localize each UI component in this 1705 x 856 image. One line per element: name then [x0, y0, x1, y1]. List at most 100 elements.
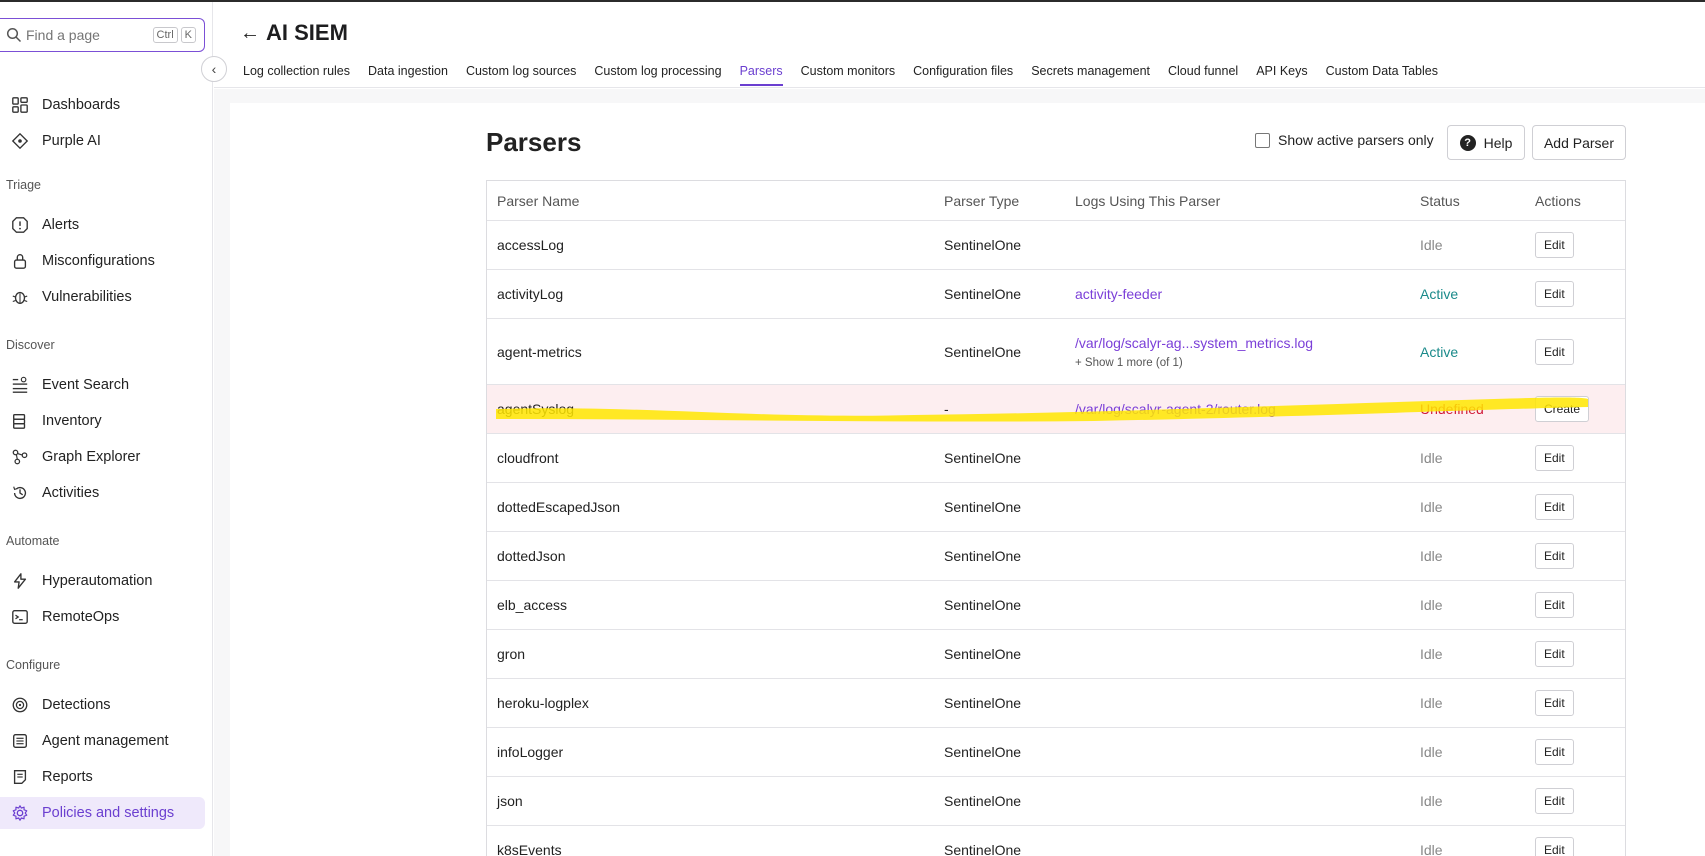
sidebar-item-event-search[interactable]: Event Search [0, 369, 205, 401]
table-row: accessLog SentinelOne Idle Edit [487, 221, 1625, 270]
actions-cell: Edit [1535, 777, 1574, 825]
search-input[interactable] [26, 27, 146, 43]
sidebar-item-alerts[interactable]: Alerts [0, 209, 205, 241]
parser-name: gron [497, 646, 526, 662]
status-badge: Idle [1420, 237, 1443, 253]
app-header: ← AI SIEM Log collection rules Data inges… [214, 2, 1705, 88]
show-active-toggle[interactable]: Show active parsers only [1255, 132, 1434, 148]
sidebar-section-title: Automate [6, 534, 60, 548]
table-row: gron SentinelOne Idle Edit [487, 630, 1625, 679]
sidebar-item-inventory[interactable]: Inventory [0, 405, 205, 437]
tab-custom-data-tables[interactable]: Custom Data Tables [1317, 64, 1447, 84]
inventory-icon [10, 411, 30, 431]
table-row: agent-metrics SentinelOne/var/log/scalyr-… [487, 319, 1625, 385]
sidebar-item-label: Reports [42, 769, 93, 785]
log-link[interactable]: /var/log/scalyr-agent-2/router.log [1075, 401, 1276, 417]
sidebar-item-graph-explorer[interactable]: Graph Explorer [0, 441, 205, 473]
sidebar-item-purple-ai[interactable]: Purple AI [0, 125, 205, 157]
edit-button[interactable]: Edit [1535, 788, 1574, 814]
show-active-checkbox[interactable] [1255, 132, 1270, 148]
edit-button[interactable]: Edit [1535, 494, 1574, 520]
column-header: Status [1420, 192, 1460, 209]
edit-button[interactable]: Edit [1535, 641, 1574, 667]
tab-custom-log-sources[interactable]: Custom log sources [457, 64, 585, 84]
status-badge: Idle [1420, 793, 1443, 809]
alert-icon [10, 215, 30, 235]
actions-cell: Edit [1535, 581, 1574, 629]
sidebar-item-policies-and-settings[interactable]: Policies and settings [0, 797, 205, 829]
sidebar-item-reports[interactable]: Reports [0, 761, 205, 793]
column-header: Parser Name [497, 192, 580, 209]
parser-name: dottedEscapedJson [497, 499, 620, 515]
table-row: elb_access SentinelOne Idle Edit [487, 581, 1625, 630]
status-badge: Undefined [1420, 401, 1484, 417]
edit-button[interactable]: Edit [1535, 543, 1574, 569]
tab-bar: Log collection rules Data ingestion Custom… [234, 64, 1447, 86]
status-badge: Idle [1420, 499, 1443, 515]
parser-name: cloudfront [497, 450, 559, 466]
table-row: dottedEscapedJson SentinelOne Idle Edit [487, 483, 1625, 532]
help-button[interactable]: ? Help [1447, 125, 1525, 160]
sidebar: Ctrl K Dashboards Purple AI Triage Alerts Mi… [0, 2, 213, 856]
sidebar-item-remoteops[interactable]: RemoteOps [0, 601, 205, 633]
parser-type: SentinelOne [944, 744, 1022, 760]
shortcut-hint: Ctrl K [152, 27, 196, 43]
tab-data-ingestion[interactable]: Data ingestion [359, 64, 457, 84]
sidebar-item-dashboards[interactable]: Dashboards [0, 89, 205, 121]
add-parser-label: Add Parser [1543, 134, 1615, 151]
status-badge: Idle [1420, 597, 1443, 613]
parser-type: SentinelOne [944, 548, 1022, 564]
chevron-left-icon: ‹ [211, 61, 217, 77]
create-button[interactable]: Create [1535, 396, 1590, 422]
edit-button[interactable]: Edit [1535, 232, 1574, 258]
edit-button[interactable]: Edit [1535, 281, 1574, 307]
tab-configuration-files[interactable]: Configuration files [904, 64, 1022, 84]
table-row: heroku-logplex SentinelOne Idle Edit [487, 679, 1625, 728]
k-key: K [180, 27, 196, 43]
sidebar-item-detections[interactable]: Detections [0, 689, 205, 721]
edit-button[interactable]: Edit [1535, 837, 1574, 856]
actions-cell: Create [1535, 385, 1590, 433]
sidebar-item-activities[interactable]: Activities [0, 477, 205, 509]
edit-button[interactable]: Edit [1535, 739, 1574, 765]
back-arrow-icon[interactable]: ← [240, 22, 260, 45]
sidebar-item-misconfigurations[interactable]: Misconfigurations [0, 245, 205, 277]
sidebar-item-label: Misconfigurations [42, 253, 155, 269]
collapse-sidebar-button[interactable]: ‹ [201, 56, 227, 82]
search-box[interactable]: Ctrl K [0, 18, 205, 52]
status-badge: Idle [1420, 842, 1443, 856]
tab-log-collection-rules[interactable]: Log collection rules [234, 64, 359, 84]
edit-button[interactable]: Edit [1535, 445, 1574, 471]
add-parser-button[interactable]: Add Parser [1532, 125, 1626, 160]
tab-api-keys[interactable]: API Keys [1247, 64, 1316, 84]
actions-cell: Edit [1535, 483, 1574, 531]
parsers-panel: Parsers Show active parsers only ? Help … [230, 103, 1705, 856]
tab-custom-monitors[interactable]: Custom monitors [792, 64, 904, 84]
table-row: activityLog SentinelOne activity-feeder Act… [487, 270, 1625, 319]
actions-cell: Edit [1535, 826, 1574, 856]
tab-cloud-funnel[interactable]: Cloud funnel [1159, 64, 1247, 84]
sidebar-item-agent-management[interactable]: Agent management [0, 725, 205, 757]
sidebar-item-hyperautomation[interactable]: Hyperautomation [0, 565, 205, 597]
edit-button[interactable]: Edit [1535, 338, 1574, 365]
tab-parsers[interactable]: Parsers [731, 64, 792, 86]
sidebar-item-vulnerabilities[interactable]: Vulnerabilities [0, 281, 205, 313]
table-row: agentSyslog - /var/log/scalyr-agent-2/rout… [487, 385, 1625, 434]
edit-button[interactable]: Edit [1535, 592, 1574, 618]
section-title: Parsers [486, 127, 582, 157]
parser-type: SentinelOne [944, 499, 1022, 515]
actions-cell: Edit [1535, 679, 1574, 727]
graph-icon [10, 447, 30, 467]
edit-button[interactable]: Edit [1535, 690, 1574, 716]
log-link[interactable]: /var/log/scalyr-ag...system_metrics.log [1075, 335, 1313, 351]
show-more-link[interactable]: + Show 1 more (of 1) [1075, 357, 1183, 369]
column-header: Logs Using This Parser [1075, 192, 1221, 209]
tab-custom-log-processing[interactable]: Custom log processing [585, 64, 730, 84]
status-badge: Idle [1420, 450, 1443, 466]
column-header: Parser Type [944, 192, 1020, 209]
tab-secrets-management[interactable]: Secrets management [1022, 64, 1159, 84]
log-link[interactable]: activity-feeder [1075, 286, 1162, 302]
actions-cell: Edit [1535, 221, 1574, 269]
parser-name: infoLogger [497, 744, 564, 760]
table-row: json SentinelOne Idle Edit [487, 777, 1625, 826]
